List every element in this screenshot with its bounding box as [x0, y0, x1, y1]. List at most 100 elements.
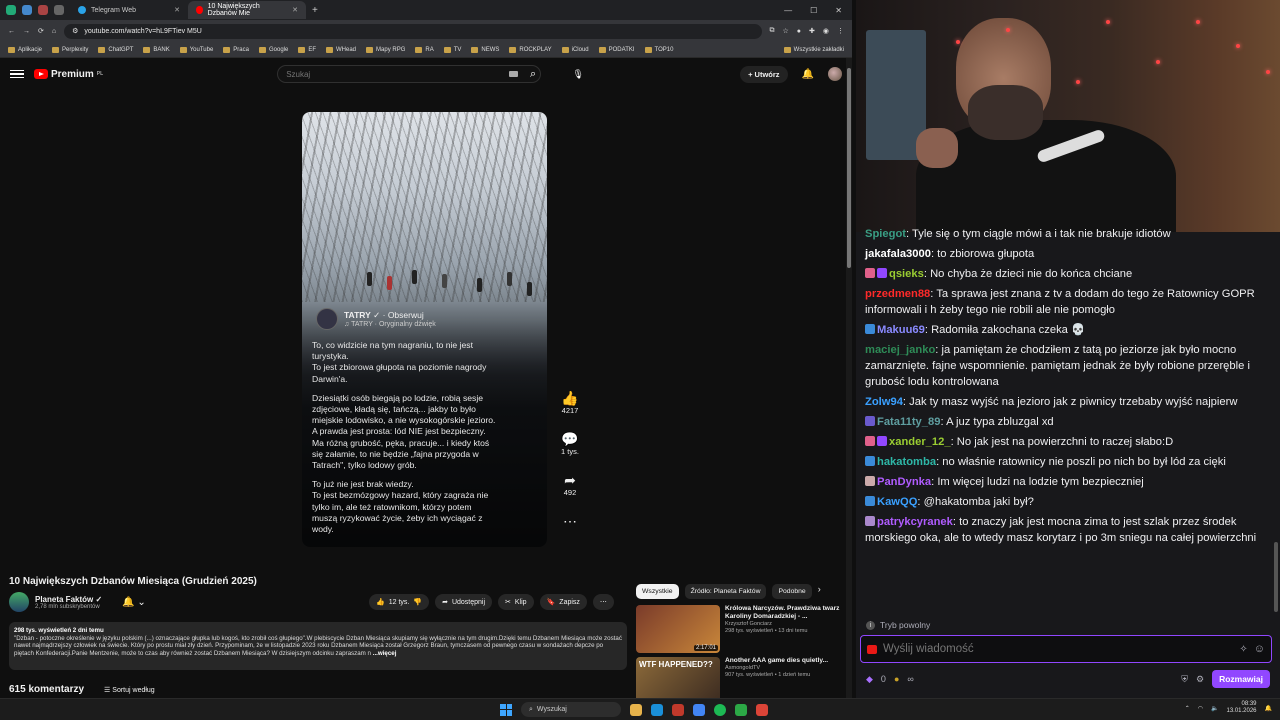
bookmark-item[interactable]: ROCKPLAY [509, 46, 552, 53]
chip-similar[interactable]: Podobne [772, 584, 812, 599]
install-icon[interactable]: ⧉ [770, 27, 775, 35]
badge-icon[interactable] [865, 456, 875, 466]
opera-icon[interactable] [672, 703, 684, 716]
badge-icon[interactable] [865, 476, 875, 486]
minimize-icon[interactable]: — [784, 6, 792, 15]
app-icon[interactable] [735, 703, 747, 716]
bookmark-item[interactable]: Aplikacje [8, 46, 42, 53]
share-button[interactable]: ➦ Udostępnij [435, 594, 493, 610]
clip-button[interactable]: ✂ Klip [498, 594, 534, 610]
badge-icon[interactable] [865, 496, 875, 506]
comments-button[interactable]: 💬 1 tys. [555, 431, 585, 456]
close-tab-icon[interactable]: ✕ [174, 6, 180, 14]
badge-icon[interactable] [877, 268, 887, 278]
bookmark-item[interactable]: TV [443, 46, 461, 53]
youtube-logo[interactable]: Premium PL [34, 69, 103, 80]
notifications-icon[interactable]: 🔔 [1265, 705, 1272, 712]
all-bookmarks[interactable]: Wszystkie zakładki [783, 46, 844, 53]
bookmark-item[interactable]: WHead [326, 46, 356, 53]
short-channel-name[interactable]: TATRY [344, 310, 371, 320]
bookmark-item[interactable]: NEWS [471, 46, 499, 53]
search-icon[interactable]: ⌕ [530, 68, 536, 81]
description-box[interactable]: 298 tys. wyświetleń 2 dni temu "Dzban - … [9, 622, 627, 670]
badge-icon[interactable] [865, 416, 875, 426]
bookmark-item[interactable]: PODATKI [598, 46, 635, 53]
chat-scrollbar[interactable] [1274, 542, 1278, 612]
tray-chevron-icon[interactable]: ⌃ [1185, 705, 1190, 712]
close-window-icon[interactable]: ✕ [835, 6, 842, 15]
like-button[interactable]: 👍 12 tys. 👎 [369, 594, 430, 610]
clock[interactable]: 08:39 13.01.2026 [1226, 701, 1256, 715]
chrome-active-icon[interactable] [756, 703, 768, 716]
menu-dots-icon[interactable]: ⋮ [837, 27, 844, 35]
bookmark-item[interactable]: BANK [143, 46, 170, 53]
maximize-icon[interactable]: ☐ [810, 6, 817, 15]
wifi-icon[interactable]: ◠ [1198, 705, 1203, 712]
shield-icon[interactable]: ⛨ [1181, 674, 1188, 685]
tab-telegram[interactable]: Telegram Web ✕ [70, 1, 188, 19]
chip-all[interactable]: Wszystkie [636, 584, 679, 599]
bookmark-item[interactable]: Praca [223, 46, 249, 53]
chat-username[interactable]: qsieks [889, 268, 924, 280]
more-link[interactable]: ...więcej [373, 650, 397, 657]
new-tab-button[interactable]: + [306, 5, 318, 16]
chat-username[interactable]: KawQQ [877, 496, 917, 508]
chat-username[interactable]: maciej_janko [865, 344, 935, 356]
volume-icon[interactable]: 🔈 [1211, 705, 1218, 712]
bits-icon[interactable]: ◆ [866, 674, 873, 685]
bookmark-item[interactable]: EF [298, 46, 316, 53]
pinned-tab-icon[interactable] [6, 5, 16, 15]
emote-icon[interactable]: ☺ [1254, 643, 1265, 655]
bookmark-item[interactable]: RA [415, 46, 434, 53]
back-icon[interactable]: ← [8, 28, 15, 35]
chip-source[interactable]: Źródło: Planeta Faktów [684, 584, 767, 599]
share-button[interactable]: ➦ 492 [555, 472, 585, 497]
taskbar-search[interactable]: ⌕ Wyszukaj [521, 702, 621, 717]
recommendation-item[interactable]: 2:17:01 Królowa Narcyzów. Prawdziwa twar… [636, 605, 846, 653]
keyboard-icon[interactable] [509, 71, 519, 77]
avatar[interactable] [828, 67, 842, 81]
chat-username[interactable]: hakatomba [877, 456, 936, 468]
spotify-icon[interactable] [714, 703, 726, 716]
url-field[interactable]: ⚙ youtube.com/watch?v=hL9FTiev M5U [64, 23, 762, 39]
chat-username[interactable]: Makuu69 [877, 324, 925, 336]
notifications-bell-icon[interactable]: 🔔 [802, 69, 814, 80]
windows-start-icon[interactable] [500, 703, 512, 716]
home-icon[interactable]: ⌂ [52, 28, 56, 35]
create-button[interactable]: + Utwórz [740, 65, 788, 83]
settings-gear-icon[interactable]: ⚙ [1196, 674, 1204, 685]
chat-username[interactable]: PanDynka [877, 476, 931, 488]
forward-icon[interactable]: → [23, 28, 30, 35]
short-video[interactable]: TATRY ✓ · Obserwuj ♫ TATRY · Oryginalny … [302, 112, 547, 547]
extension-icon[interactable]: ● [797, 28, 801, 35]
bookmark-item[interactable]: Perplexity [52, 46, 88, 53]
bookmark-item[interactable]: iCloud [561, 46, 589, 53]
subscription-bell-icon[interactable]: 🔔 ⌄ [122, 597, 146, 608]
search-input[interactable] [286, 69, 487, 79]
badge-icon[interactable] [865, 516, 875, 526]
channel-points-icon[interactable]: ● [894, 674, 899, 684]
bookmark-item[interactable]: YouTube [179, 46, 213, 53]
extensions-puzzle-icon[interactable]: ✚ [809, 27, 815, 35]
chat-username[interactable]: przedmen88 [865, 288, 930, 300]
bookmark-star-icon[interactable]: ☆ [783, 27, 789, 35]
like-button[interactable]: 👍 4217 [555, 390, 585, 415]
chrome-icon[interactable] [693, 703, 705, 716]
bookmark-item[interactable]: Mapy RPG [366, 46, 405, 53]
channel-avatar[interactable] [9, 592, 29, 612]
magic-wand-icon[interactable]: ✧ [1239, 644, 1247, 655]
pinned-tab-icon[interactable] [54, 5, 64, 15]
page-scrollbar[interactable] [846, 58, 852, 698]
pinned-tab-icon[interactable] [38, 5, 48, 15]
chat-send-button[interactable]: Rozmawiaj [1212, 670, 1270, 688]
chat-input[interactable] [883, 643, 1234, 655]
bookmark-item[interactable]: ChatGPT [98, 46, 133, 53]
badge-icon[interactable] [877, 436, 887, 446]
badge-icon[interactable] [865, 268, 875, 278]
badge-icon[interactable] [865, 436, 875, 446]
badge-icon[interactable] [865, 324, 875, 334]
chat-username[interactable]: xander_12_ [889, 436, 951, 448]
chevron-right-icon[interactable]: › [818, 584, 821, 599]
follow-button[interactable]: Obserwuj [388, 310, 424, 320]
sort-button[interactable]: ☰ Sortuj według [104, 686, 155, 694]
